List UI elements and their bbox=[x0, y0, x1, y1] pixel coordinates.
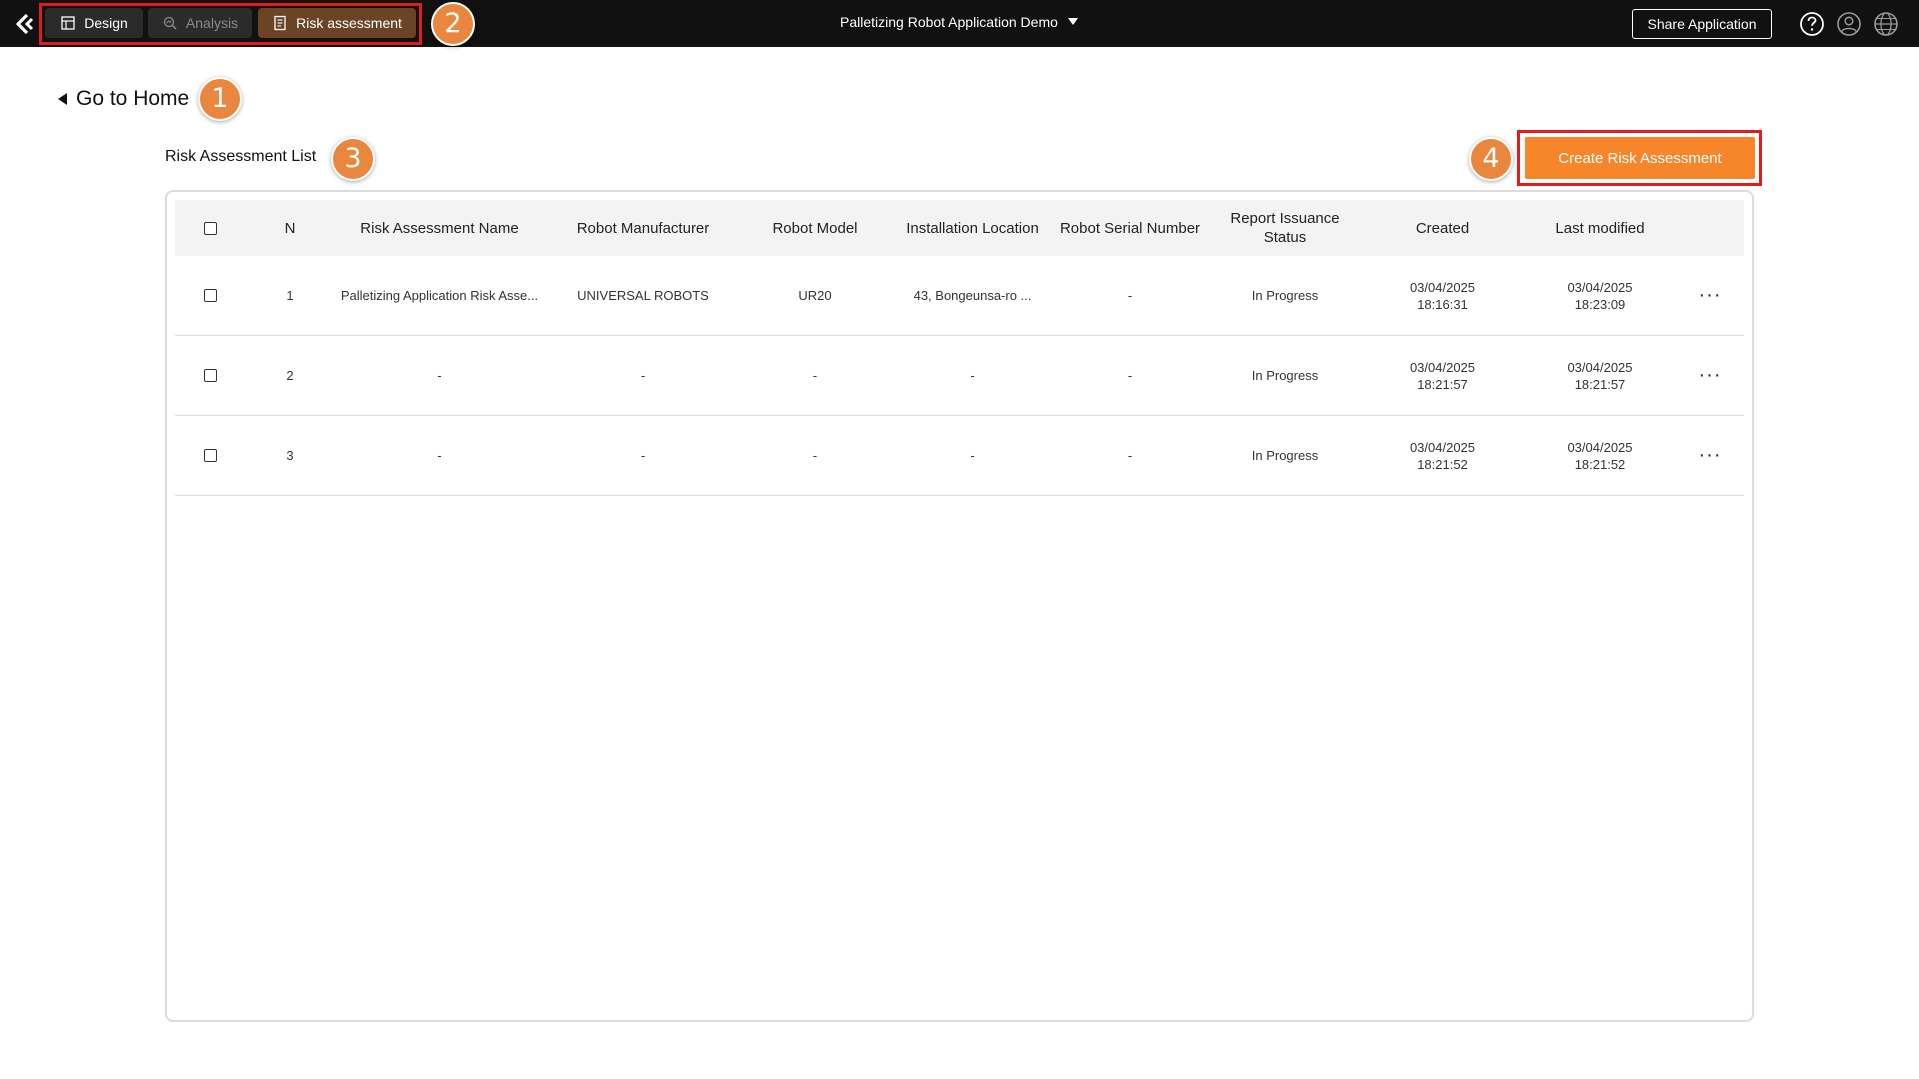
table-header: N Risk Assessment Name Robot Manufacture… bbox=[175, 200, 1744, 256]
cell-model: - bbox=[812, 368, 818, 383]
column-header-serial[interactable]: Robot Serial Number bbox=[1055, 200, 1205, 256]
column-header-created[interactable]: Created bbox=[1365, 200, 1520, 256]
top-bar: Design Analysis Risk assessment Palletiz… bbox=[0, 0, 1919, 47]
analysis-icon bbox=[163, 16, 177, 30]
cell-last-modified: 03/04/2025 18:23:09 bbox=[1520, 256, 1680, 335]
more-options-icon[interactable]: ··· bbox=[1699, 445, 1722, 465]
cell-n: 1 bbox=[286, 288, 294, 303]
callout-2: 2 bbox=[431, 2, 475, 46]
cell-n: 3 bbox=[286, 448, 294, 463]
cell-manufacturer: - bbox=[640, 368, 646, 383]
column-header-name[interactable]: Risk Assessment Name bbox=[332, 200, 547, 256]
row-checkbox[interactable] bbox=[203, 289, 217, 302]
application-title: Palletizing Robot Application Demo bbox=[840, 14, 1058, 30]
cell-location-text: 43, Bongeunsa-ro ... bbox=[913, 288, 1032, 303]
cell-location: - bbox=[970, 368, 975, 383]
risk-assessment-list-title: Risk Assessment List bbox=[165, 148, 317, 165]
cell-created-time: 18:21:52 bbox=[1417, 456, 1468, 472]
go-to-home-label: Go to Home bbox=[76, 87, 190, 110]
cell-modified-date: 03/04/2025 bbox=[1567, 439, 1633, 455]
cell-location: 43, Bongeunsa-ro ... bbox=[890, 256, 1055, 335]
row-select-cell bbox=[180, 336, 240, 415]
help-icon[interactable] bbox=[1799, 11, 1825, 37]
cell-name: Palletizing Application Risk Asse... bbox=[332, 256, 547, 335]
callout-4: 4 bbox=[1469, 137, 1513, 181]
cell-created-date: 03/04/2025 bbox=[1409, 439, 1476, 455]
row-more-cell: ··· bbox=[1680, 336, 1740, 415]
go-to-home-link[interactable]: Go to Home bbox=[58, 84, 189, 114]
column-header-location[interactable]: Installation Location bbox=[890, 200, 1055, 256]
cell-location: - bbox=[970, 448, 975, 463]
cell-modified-date: 03/04/2025 bbox=[1567, 359, 1633, 375]
cell-last-modified: 03/04/2025 18:21:57 bbox=[1520, 336, 1680, 415]
cell-name: - bbox=[437, 368, 442, 383]
tab-design[interactable]: Design bbox=[45, 8, 143, 38]
row-select-cell bbox=[180, 416, 240, 495]
cell-serial: - bbox=[1127, 288, 1133, 303]
row-more-cell: ··· bbox=[1680, 416, 1740, 495]
callout-3: 3 bbox=[331, 137, 375, 181]
cell-created-date: 03/04/2025 bbox=[1409, 279, 1476, 295]
row-select-cell bbox=[180, 256, 240, 335]
table-row[interactable]: 2 - - - - - In Progress 03/04/2025 18:21:… bbox=[175, 336, 1744, 416]
user-icon[interactable] bbox=[1836, 11, 1862, 37]
more-options-icon[interactable]: ··· bbox=[1699, 365, 1722, 385]
cell-status: In Progress bbox=[1251, 288, 1319, 303]
cell-model: UR20 bbox=[798, 288, 832, 303]
risk-assessment-table: N Risk Assessment Name Robot Manufacture… bbox=[165, 190, 1754, 1022]
select-all-checkbox[interactable] bbox=[203, 221, 217, 235]
cell-status: In Progress bbox=[1251, 368, 1319, 383]
select-all-cell bbox=[180, 200, 240, 256]
cell-serial: - bbox=[1127, 368, 1133, 383]
create-risk-assessment-button[interactable]: Create Risk Assessment bbox=[1525, 137, 1755, 179]
cell-modified-time: 18:21:57 bbox=[1574, 376, 1626, 392]
tab-risk-assessment[interactable]: Risk assessment bbox=[258, 8, 416, 38]
tab-analysis[interactable]: Analysis bbox=[148, 8, 252, 38]
layout-icon bbox=[61, 16, 75, 30]
column-header-model[interactable]: Robot Model bbox=[740, 200, 890, 256]
more-options-icon[interactable]: ··· bbox=[1699, 285, 1722, 305]
cell-created-time: 18:21:57 bbox=[1417, 376, 1468, 392]
cell-serial: - bbox=[1127, 448, 1133, 463]
cell-manufacturer: UNIVERSAL ROBOTS bbox=[577, 288, 709, 303]
cell-name-text: Palletizing Application Risk Asse... bbox=[340, 288, 539, 303]
globe-icon[interactable] bbox=[1873, 11, 1899, 37]
table-row[interactable]: 1 Palletizing Application Risk Asse... U… bbox=[175, 256, 1744, 336]
caret-left-icon bbox=[58, 93, 67, 105]
column-header-status[interactable]: Report Issuance Status bbox=[1205, 200, 1365, 256]
cell-manufacturer: - bbox=[640, 448, 646, 463]
cell-n: 2 bbox=[286, 368, 294, 383]
cell-status: In Progress bbox=[1251, 448, 1319, 463]
cell-created: 03/04/2025 18:21:57 bbox=[1365, 336, 1520, 415]
cell-model: - bbox=[812, 448, 818, 463]
cell-modified-time: 18:21:52 bbox=[1574, 456, 1626, 472]
callout-1: 1 bbox=[198, 77, 242, 121]
cell-created: 03/04/2025 18:21:52 bbox=[1365, 416, 1520, 495]
cell-modified-time: 18:23:09 bbox=[1574, 296, 1626, 312]
cell-created-time: 18:16:31 bbox=[1417, 296, 1468, 312]
column-header-last-modified[interactable]: Last modified bbox=[1520, 200, 1680, 256]
row-checkbox[interactable] bbox=[203, 369, 217, 382]
cell-created: 03/04/2025 18:16:31 bbox=[1365, 256, 1520, 335]
back-arrow-icon[interactable] bbox=[14, 12, 36, 36]
cell-created-date: 03/04/2025 bbox=[1409, 359, 1476, 375]
cell-last-modified: 03/04/2025 18:21:52 bbox=[1520, 416, 1680, 495]
cell-name: - bbox=[437, 448, 442, 463]
row-more-cell: ··· bbox=[1680, 256, 1740, 335]
cell-modified-date: 03/04/2025 bbox=[1567, 279, 1633, 295]
tab-risk-assessment-label: Risk assessment bbox=[296, 15, 402, 31]
column-header-status-label: Report Issuance Status bbox=[1230, 210, 1340, 246]
caret-down-icon bbox=[1067, 18, 1078, 25]
column-header-n[interactable]: N bbox=[260, 200, 320, 256]
tab-analysis-label: Analysis bbox=[185, 15, 239, 31]
tab-design-label: Design bbox=[84, 15, 128, 31]
application-selector[interactable]: Palletizing Robot Application Demo bbox=[840, 14, 1078, 30]
column-header-manufacturer[interactable]: Robot Manufacturer bbox=[547, 200, 739, 256]
document-icon bbox=[274, 15, 286, 31]
share-application-button[interactable]: Share Application bbox=[1632, 9, 1772, 39]
table-row[interactable]: 3 - - - - - In Progress 03/04/2025 18:21:… bbox=[175, 416, 1744, 496]
row-checkbox[interactable] bbox=[203, 449, 217, 462]
